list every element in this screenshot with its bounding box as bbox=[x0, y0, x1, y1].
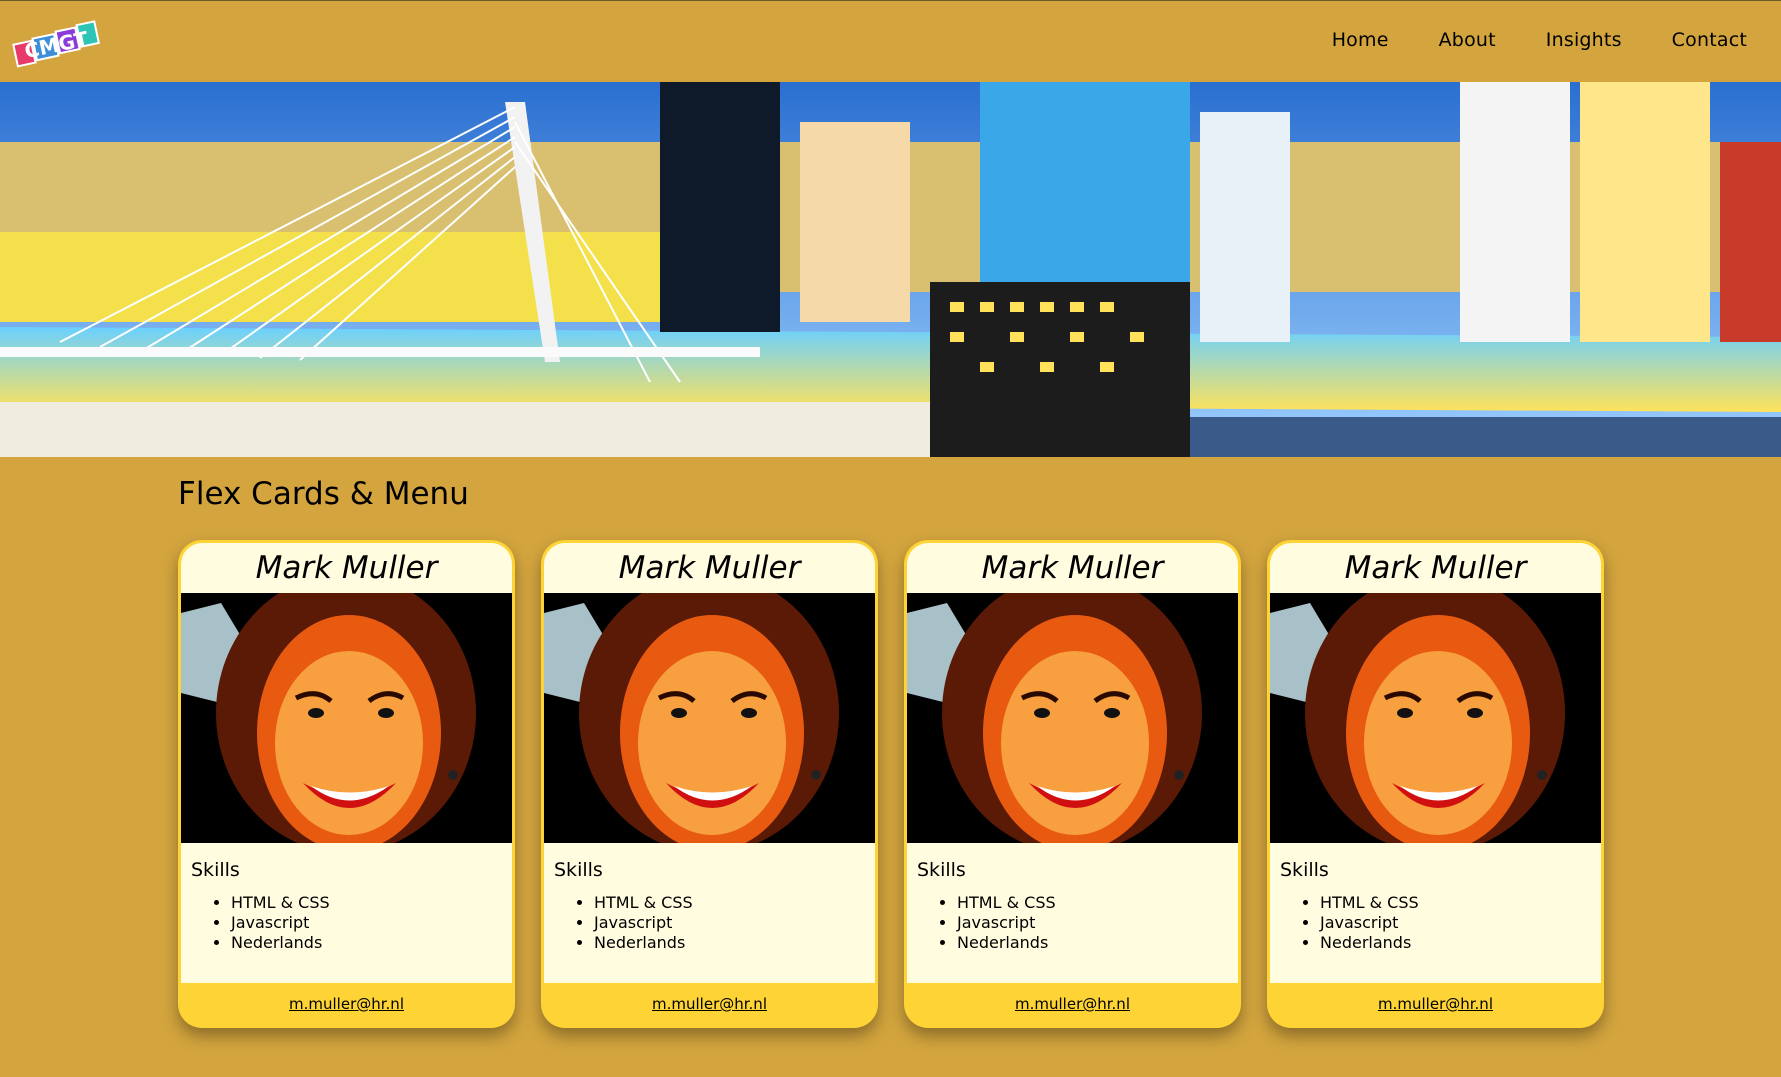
email-link[interactable]: m.muller@hr.nl bbox=[1378, 995, 1493, 1013]
skill-item: Nederlands bbox=[594, 933, 875, 953]
skills-heading: Skills bbox=[1280, 859, 1329, 881]
card-footer: m.muller@hr.nl bbox=[1270, 983, 1601, 1025]
skills-list: HTML & CSS Javascript Nederlands bbox=[1270, 893, 1601, 953]
card-body: Mark Muller Skills HTML & CSS Javascript bbox=[1270, 543, 1601, 983]
card-name: Mark Muller bbox=[981, 550, 1164, 586]
skills-heading: Skills bbox=[554, 859, 603, 881]
skill-item: Javascript bbox=[1320, 913, 1601, 933]
nav-home[interactable]: Home bbox=[1332, 29, 1389, 51]
email-link[interactable]: m.muller@hr.nl bbox=[1015, 995, 1130, 1013]
card-body: Mark Muller Skills HTML & CSS Javascript bbox=[544, 543, 875, 983]
skill-item: HTML & CSS bbox=[231, 893, 512, 913]
profile-photo bbox=[1270, 593, 1601, 843]
profile-photo bbox=[544, 593, 875, 843]
profile-card: Mark Muller Skills HTML & CSS Javascript bbox=[178, 540, 515, 1028]
skill-item: Nederlands bbox=[957, 933, 1238, 953]
card-name: Mark Muller bbox=[255, 550, 438, 586]
nav-about[interactable]: About bbox=[1439, 29, 1496, 51]
skills-list: HTML & CSS Javascript Nederlands bbox=[907, 893, 1238, 953]
card-footer: m.muller@hr.nl bbox=[181, 983, 512, 1025]
skill-item: Javascript bbox=[594, 913, 875, 933]
profile-photo bbox=[907, 593, 1238, 843]
skills-heading: Skills bbox=[917, 859, 966, 881]
svg-text:CMGT: CMGT bbox=[22, 26, 90, 63]
email-link[interactable]: m.muller@hr.nl bbox=[652, 995, 767, 1013]
main-nav: Home About Insights Contact bbox=[1332, 29, 1747, 51]
skill-item: HTML & CSS bbox=[1320, 893, 1601, 913]
hero-banner bbox=[0, 82, 1781, 457]
skill-item: Javascript bbox=[231, 913, 512, 933]
skill-item: Nederlands bbox=[231, 933, 512, 953]
cmgt-logo[interactable]: CMGT bbox=[10, 13, 110, 69]
site-header: CMGT Home About Insights Contact bbox=[0, 0, 1781, 82]
skills-list: HTML & CSS Javascript Nederlands bbox=[181, 893, 512, 953]
card-body: Mark Muller Skills HTML & CSS Javascript bbox=[181, 543, 512, 983]
nav-contact[interactable]: Contact bbox=[1672, 29, 1747, 51]
hero-skyline-image bbox=[0, 82, 1781, 457]
card-list: Mark Muller Skills HTML & CSS Javascript bbox=[178, 540, 1604, 1028]
profile-card: Mark Muller Skills HTML & CSS Javascript bbox=[904, 540, 1241, 1028]
skill-item: Javascript bbox=[957, 913, 1238, 933]
card-footer: m.muller@hr.nl bbox=[544, 983, 875, 1025]
email-link[interactable]: m.muller@hr.nl bbox=[289, 995, 404, 1013]
card-name: Mark Muller bbox=[618, 550, 801, 586]
nav-insights[interactable]: Insights bbox=[1546, 29, 1622, 51]
card-name: Mark Muller bbox=[1344, 550, 1527, 586]
skills-heading: Skills bbox=[191, 859, 240, 881]
skills-list: HTML & CSS Javascript Nederlands bbox=[544, 893, 875, 953]
skill-item: HTML & CSS bbox=[957, 893, 1238, 913]
page-title: Flex Cards & Menu bbox=[178, 476, 469, 512]
skill-item: Nederlands bbox=[1320, 933, 1601, 953]
card-footer: m.muller@hr.nl bbox=[907, 983, 1238, 1025]
skill-item: HTML & CSS bbox=[594, 893, 875, 913]
profile-card: Mark Muller Skills HTML & CSS Javascript bbox=[1267, 540, 1604, 1028]
profile-card: Mark Muller Skills HTML & CSS Javascript bbox=[541, 540, 878, 1028]
card-body: Mark Muller Skills HTML & CSS Javascript bbox=[907, 543, 1238, 983]
profile-photo bbox=[181, 593, 512, 843]
